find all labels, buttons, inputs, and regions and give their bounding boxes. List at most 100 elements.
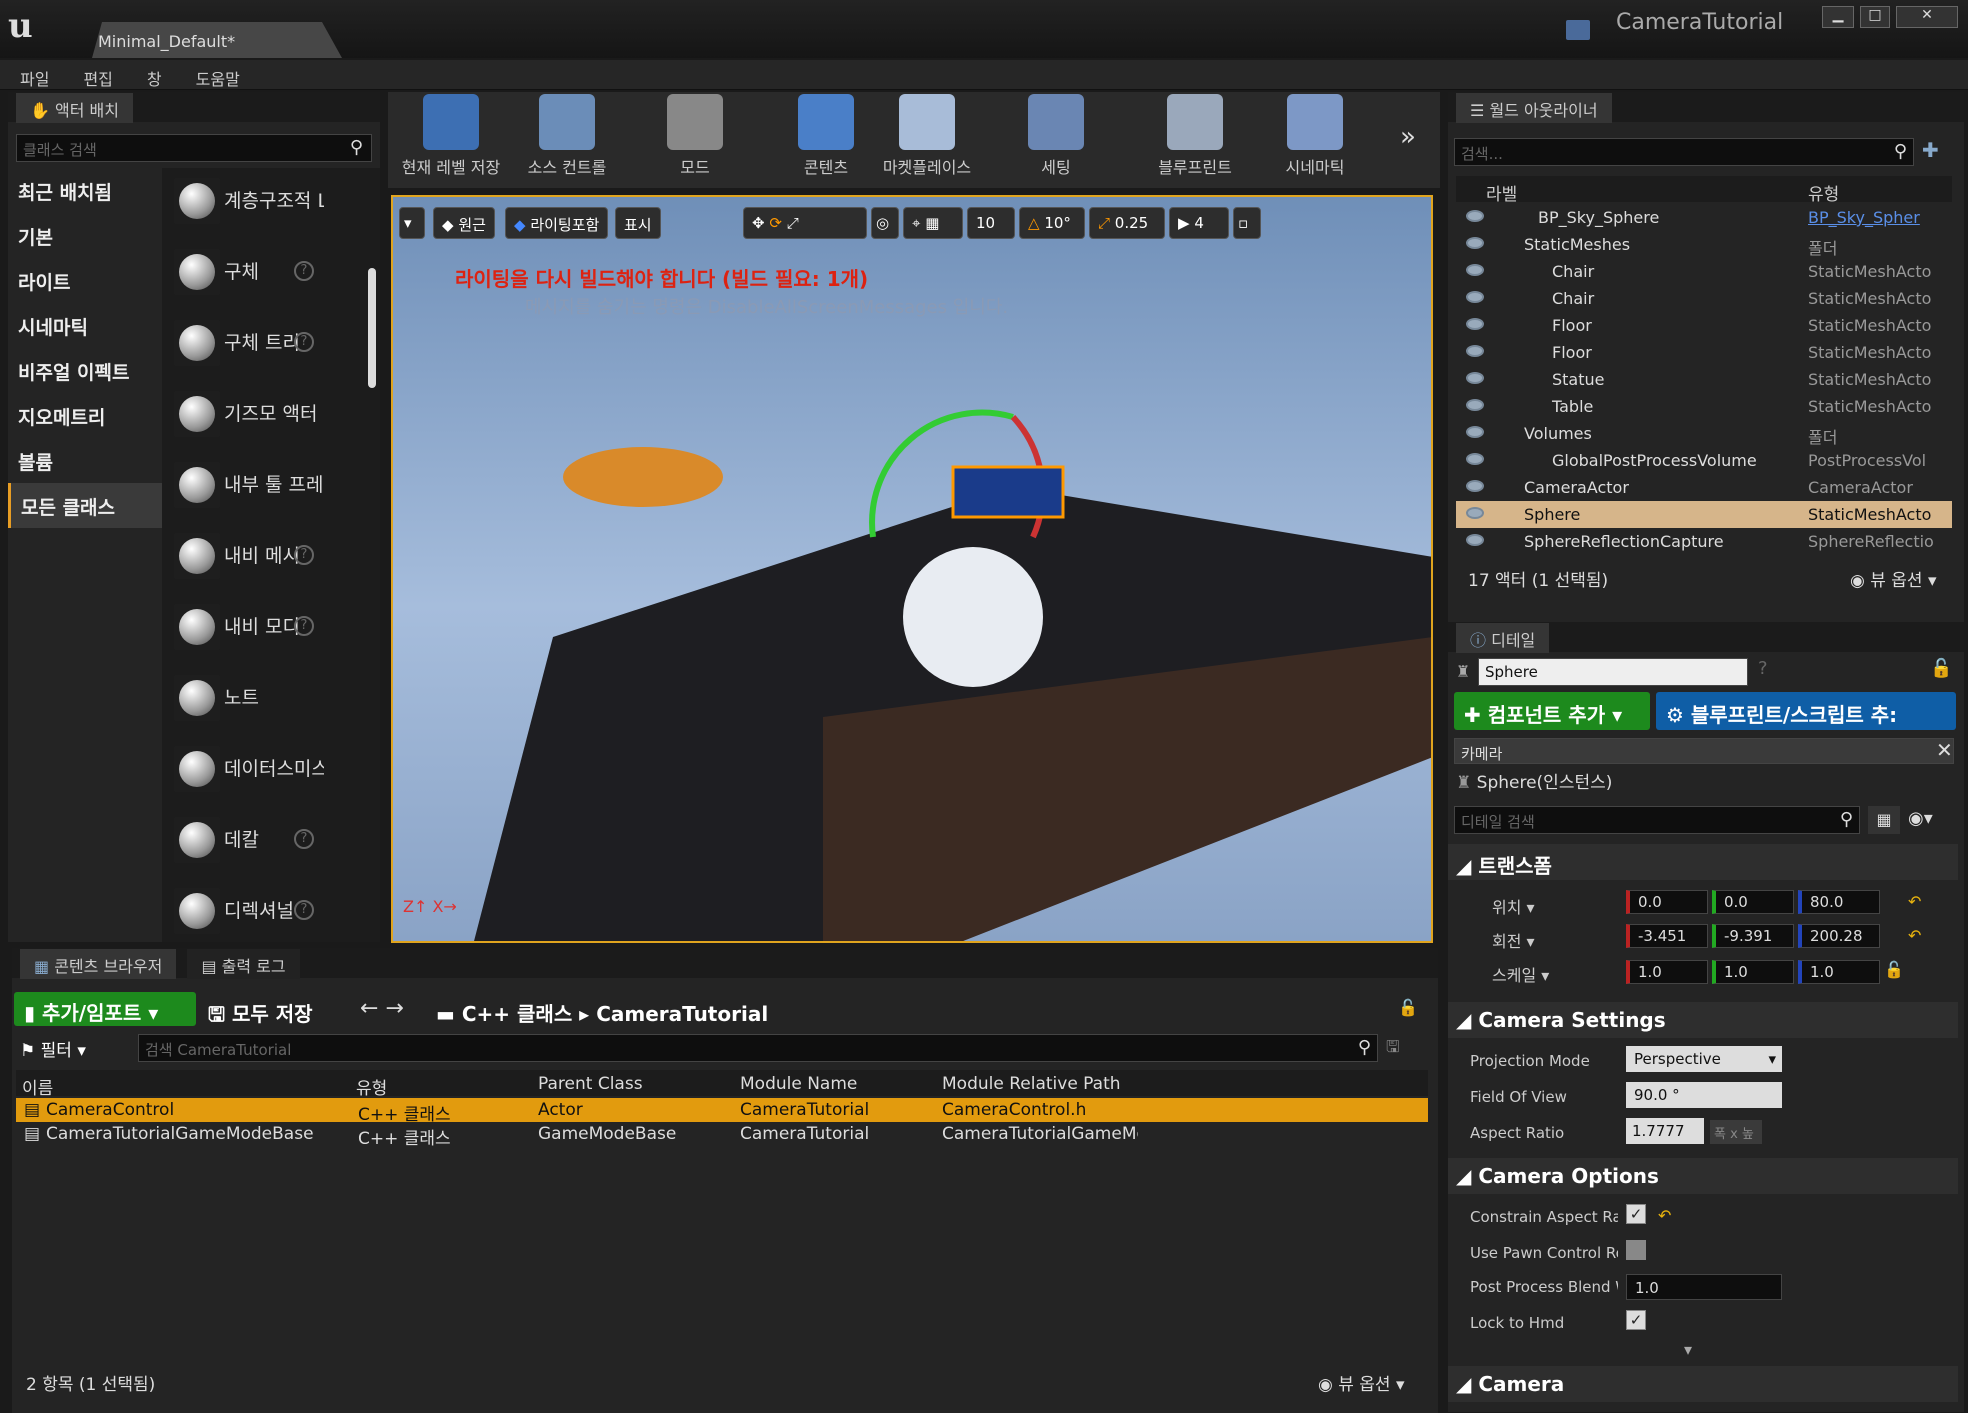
outliner-row[interactable]: Chair StaticMeshActo [1456,285,1952,312]
category-basic[interactable]: 기본 [8,213,162,258]
category-recent[interactable]: 최근 배치됨 [8,168,162,213]
aspect-ratio-field[interactable]: 1.7777 [1626,1118,1704,1144]
visibility-eye-icon[interactable] [1466,264,1484,276]
outliner-row[interactable]: Volumes 폴더 [1456,420,1952,447]
content-search-input[interactable]: 검색 CameraTutorial ⚲ [138,1034,1378,1062]
list-item[interactable]: 데칼? [162,807,380,878]
visibility-eye-icon[interactable] [1466,426,1484,438]
visibility-eye-icon[interactable] [1466,399,1484,411]
outliner-search-input[interactable]: 검색... ⚲ [1454,138,1914,166]
scale-z[interactable]: 1.0 [1798,960,1880,984]
rotate-icon[interactable]: ⟳ [769,214,786,232]
eye-icon[interactable]: ◉▾ [1908,808,1933,829]
outliner-row[interactable]: SphereReflectionCapture SphereReflectio [1456,528,1952,555]
details-search-input[interactable]: 디테일 검색 ⚲ [1454,806,1860,834]
list-item[interactable]: 내부 툴 프레 [162,452,380,523]
class-search-input[interactable]: 클래스 검색 ⚲ [16,134,372,162]
filter-button[interactable]: ⚑ 필터 ▾ [20,1036,86,1061]
reset-constrain-icon[interactable]: ↶ [1658,1206,1671,1225]
outliner-row[interactable]: Floor StaticMeshActo [1456,339,1952,366]
column-parent-class[interactable]: Parent Class [538,1074,643,1094]
source-control-icon[interactable] [1566,20,1590,40]
table-row[interactable]: ▤ CameraTutorialGameModeBase C++ 클래스 Gam… [16,1122,1428,1149]
grid-snap-value[interactable]: 10 [967,207,1015,239]
scale-y[interactable]: 1.0 [1712,960,1794,984]
location-label[interactable]: 위치 ▾ [1492,894,1535,918]
list-item[interactable]: 데이터스미스 [162,736,380,807]
visibility-eye-icon[interactable] [1466,453,1484,465]
visibility-eye-icon[interactable] [1466,480,1484,492]
visibility-eye-icon[interactable] [1466,534,1484,546]
visibility-eye-icon[interactable] [1466,291,1484,303]
help-icon[interactable]: ? [294,616,314,636]
rotation-z[interactable]: 200.28 [1798,924,1880,948]
component-filter[interactable]: 카메라 [1454,738,1954,764]
reset-location-icon[interactable]: ↶ [1908,892,1921,911]
back-forward-icons[interactable]: ← → [360,996,404,1021]
world-local-icon[interactable]: ◎ [871,207,899,239]
camera-speed[interactable]: ▶ 4 [1169,207,1229,239]
category-cinematic[interactable]: 시네마틱 [8,303,162,348]
breadcrumb-item-cpp[interactable]: C++ 클래스 [462,1002,572,1026]
column-type[interactable]: 유형 [356,1074,387,1099]
world-outliner-tab[interactable]: ☰ 월드 아웃라이너 [1448,92,1964,123]
actor-name-field[interactable]: Sphere [1478,658,1748,686]
list-item[interactable]: 노트 [162,665,380,736]
post-process-blend-field[interactable]: 1.0 [1626,1274,1782,1300]
camera-section[interactable]: ◢ Camera [1448,1366,1958,1402]
surface-snap-icon[interactable]: ⌖ ▦ [903,207,963,239]
cinematics-button[interactable]: 시네마틱 [1260,94,1370,178]
category-visual-effects[interactable]: 비주얼 이펙트 [8,348,162,393]
add-actor-icon[interactable]: ✚ [1922,138,1950,166]
content-browser-tab[interactable]: ▦ 콘텐츠 브라우저 [20,949,177,979]
visibility-eye-icon[interactable] [1466,345,1484,357]
clear-filter-icon[interactable]: ✕ [1936,738,1953,762]
search-icon[interactable]: ⚲ [350,137,363,158]
outliner-row[interactable]: Floor StaticMeshActo [1456,312,1952,339]
lock-icon[interactable]: 🔓 [1930,658,1952,679]
menu-help[interactable]: 도움말 [176,60,254,90]
menu-edit[interactable]: 편집 [63,60,126,90]
list-item[interactable]: 기즈모 액터 [162,381,380,452]
list-item[interactable]: 계층구조적 L [162,168,380,239]
help-icon[interactable]: ? [294,829,314,849]
fov-field[interactable]: 90.0 ° [1626,1082,1782,1108]
breadcrumb-item-project[interactable]: CameraTutorial [596,1002,768,1026]
save-level-button[interactable]: 현재 레벨 저장 [396,94,506,178]
translate-icon[interactable]: ✥ [752,214,769,232]
help-icon[interactable]: ? [1758,658,1768,679]
table-row[interactable]: ▤ CameraControl C++ 클래스 Actor CameraTuto… [16,1098,1428,1125]
scrollbar[interactable] [368,268,376,388]
list-item[interactable]: 디렉셔널? [162,878,380,942]
save-search-icon[interactable]: 🖫 [1386,1036,1400,1063]
outliner-row-type[interactable]: BP_Sky_Spher [1808,208,1938,227]
rotation-x[interactable]: -3.451 [1626,924,1708,948]
category-geometry[interactable]: 지오메트리 [8,393,162,438]
rotation-y[interactable]: -9.391 [1712,924,1794,948]
level-viewport[interactable]: ▾ ◆ 원근 ◆ 라이팅포함 표시 ✥ ⟳ ⤢ ◎ ⌖ ▦ 10 △ 10° ⤢… [391,195,1433,943]
maximize-button[interactable]: □ [1860,6,1890,28]
expand-toolbar-icon[interactable]: » [1400,122,1416,152]
visibility-eye-icon[interactable] [1466,507,1484,519]
visibility-eye-icon[interactable] [1466,210,1484,222]
category-all-classes[interactable]: 모든 클래스 [8,483,162,528]
column-label[interactable]: 라벨 [1486,180,1517,205]
location-z[interactable]: 80.0 [1798,890,1880,914]
category-volumes[interactable]: 볼륨 [8,438,162,483]
outliner-row[interactable]: CameraActor CameraActor [1456,474,1952,501]
outliner-row[interactable]: StaticMeshes 폴더 [1456,231,1952,258]
list-item[interactable]: 구체? [162,239,380,310]
help-icon[interactable]: ? [294,261,314,281]
marketplace-button[interactable]: 마켓플레이스 [872,94,982,178]
modes-button[interactable]: 모드 [650,94,740,178]
blueprint-script-button[interactable]: ⚙ 블루프린트/스크립트 추: [1656,692,1956,730]
list-item[interactable]: 구체 트리? [162,310,380,381]
help-icon[interactable]: ? [294,545,314,565]
rotation-snap[interactable]: △ 10° [1019,207,1085,239]
outliner-row[interactable]: Statue StaticMeshActo [1456,366,1952,393]
scale-x[interactable]: 1.0 [1626,960,1708,984]
settings-button[interactable]: 세팅 [1016,94,1096,178]
projection-mode-select[interactable]: Perspective ▾ [1626,1046,1782,1072]
rotation-label[interactable]: 회전 ▾ [1492,928,1535,952]
save-all-button[interactable]: 🖫 모두 저장 [208,998,313,1034]
